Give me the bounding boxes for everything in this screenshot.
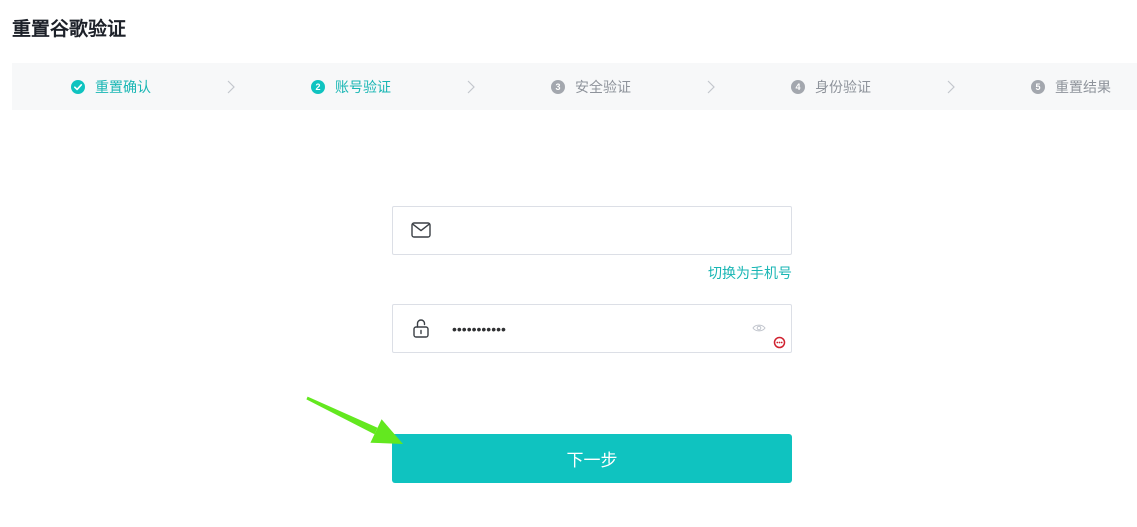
step-security-verify: 3 安全验证 xyxy=(551,77,631,97)
step-label: 重置确认 xyxy=(95,78,151,95)
step-reset-confirm: 重置确认 xyxy=(71,77,151,97)
steps-bar: 重置确认 2 账号验证 3 安全验证 4 身份验证 5 重置结果 xyxy=(12,63,1137,110)
email-field xyxy=(392,206,792,255)
chevron-right-icon xyxy=(707,80,715,93)
password-input[interactable] xyxy=(452,305,732,352)
step-number-badge: 4 xyxy=(791,79,805,94)
chevron-right-icon xyxy=(947,80,955,93)
chevron-right-icon xyxy=(467,80,475,93)
step-separator xyxy=(391,80,551,94)
step-identity-verify: 4 身份验证 xyxy=(791,77,871,97)
step-account-verify: 2 账号验证 xyxy=(311,77,391,97)
step-label: 账号验证 xyxy=(335,78,391,95)
step-number-badge: 2 xyxy=(311,79,325,94)
eye-icon[interactable] xyxy=(752,323,766,333)
step-label: 安全验证 xyxy=(575,78,631,95)
page-title: 重置谷歌验证 xyxy=(12,19,127,40)
check-circle-icon xyxy=(71,79,85,94)
step-number-badge: 5 xyxy=(1031,79,1045,94)
email-input[interactable] xyxy=(440,207,770,254)
chevron-right-icon xyxy=(227,80,235,93)
password-manager-icon[interactable] xyxy=(773,336,786,349)
step-separator xyxy=(151,80,311,94)
switch-to-phone-link[interactable]: 切换为手机号 xyxy=(592,264,792,282)
password-field xyxy=(392,304,792,353)
steps-track: 重置确认 2 账号验证 3 安全验证 4 身份验证 5 重置结果 xyxy=(71,63,1111,110)
lock-icon xyxy=(413,319,429,338)
step-separator xyxy=(871,80,1031,94)
step-label: 重置结果 xyxy=(1055,78,1111,95)
step-reset-result: 5 重置结果 xyxy=(1031,77,1111,97)
mail-icon xyxy=(411,222,431,238)
next-button[interactable]: 下一步 xyxy=(392,434,792,483)
step-number-badge: 3 xyxy=(551,79,565,94)
step-label: 身份验证 xyxy=(815,78,871,95)
step-separator xyxy=(631,80,791,94)
